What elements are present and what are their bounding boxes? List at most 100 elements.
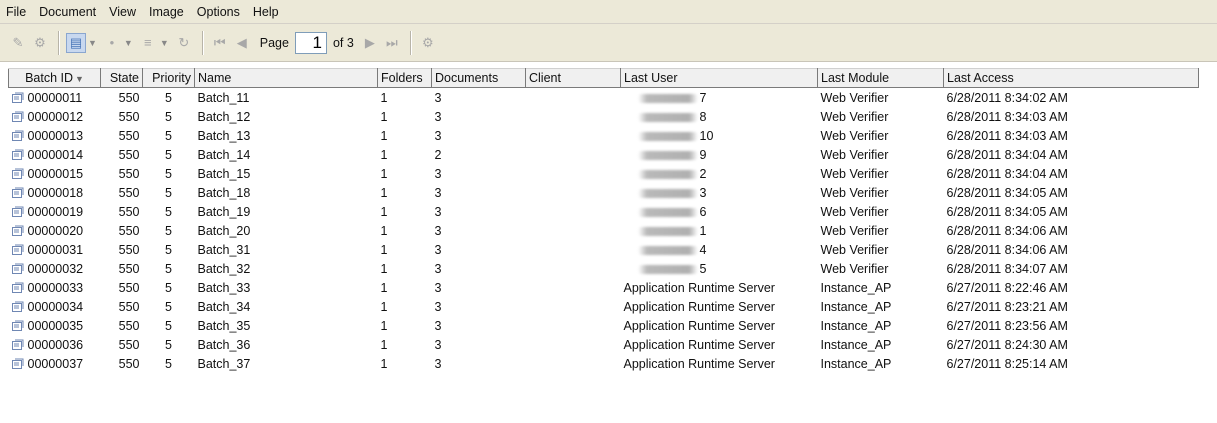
- state-cell: 550: [118, 318, 140, 333]
- column-header-last-user[interactable]: Last User: [620, 68, 818, 88]
- table-row[interactable]: 00000013 550 5 Batch_13 1 3 10 Web Verifier 6/28…: [9, 126, 1199, 145]
- menu-view[interactable]: View: [109, 5, 136, 19]
- last-module-cell: Web Verifier: [820, 128, 889, 143]
- redacted-user-name: [637, 264, 698, 274]
- state-cell: 550: [118, 242, 140, 257]
- column-header-batch-id[interactable]: Batch ID ▼: [8, 68, 101, 88]
- first-page-icon[interactable]: ⏮: [210, 33, 230, 53]
- redacted-user-name: [637, 226, 698, 236]
- state-cell: 550: [118, 166, 140, 181]
- state-cell: 550: [118, 147, 140, 162]
- batch-document-icon: [11, 148, 28, 162]
- table-row[interactable]: 00000018 550 5 Batch_18 1 3 3 Web Verifier 6/28/…: [9, 183, 1199, 202]
- client-cell: [526, 354, 621, 373]
- column-header-state[interactable]: State: [100, 68, 143, 88]
- documents-cell: 3: [434, 223, 442, 238]
- filter-icon[interactable]: ⚙: [30, 33, 50, 53]
- column-header-last-module[interactable]: Last Module: [817, 68, 944, 88]
- table-row[interactable]: 00000011 550 5 Batch_11 1 3 7 Web Verifier 6/28/…: [9, 88, 1199, 108]
- last-user-cell: 6: [699, 204, 707, 219]
- table-row[interactable]: 00000014 550 5 Batch_14 1 2 9 Web Verifier 6/28/…: [9, 145, 1199, 164]
- previous-page-icon[interactable]: ◀: [232, 33, 252, 53]
- stack-icon[interactable]: ≡: [138, 33, 158, 53]
- table-row[interactable]: 00000019 550 5 Batch_19 1 3 6 Web Verifier 6/28/…: [9, 202, 1199, 221]
- batch-id-cell: 00000019: [9, 202, 101, 221]
- last-access-cell: 6/28/2011 8:34:03 AM: [946, 128, 1068, 143]
- folders-cell: 1: [380, 147, 388, 162]
- menu-image[interactable]: Image: [149, 5, 184, 19]
- batch-document-icon: [11, 300, 28, 314]
- table-row[interactable]: 00000034 550 5 Batch_34 1 3 Application Runtim…: [9, 297, 1199, 316]
- view-dropdown-arrow-icon[interactable]: ▼: [88, 38, 97, 48]
- table-row[interactable]: 00000020 550 5 Batch_20 1 3 1 Web Verifier 6/28/…: [9, 221, 1199, 240]
- documents-cell: 3: [434, 185, 442, 200]
- next-page-icon[interactable]: ▶: [360, 33, 380, 53]
- state-cell: 550: [118, 185, 140, 200]
- view-toggle-icon[interactable]: ▤: [66, 32, 86, 53]
- last-module-cell: Instance_AP: [820, 356, 892, 371]
- documents-cell: 3: [434, 166, 442, 181]
- client-cell: [526, 335, 621, 354]
- stack-dropdown-arrow-icon[interactable]: ▼: [160, 38, 169, 48]
- name-cell: Batch_20: [197, 223, 251, 238]
- state-cell: 550: [118, 204, 140, 219]
- last-user-cell: 4: [699, 242, 707, 257]
- priority-cell: 5: [165, 90, 172, 105]
- page-number-input[interactable]: [294, 31, 327, 54]
- toolbar-separator: [201, 30, 204, 55]
- tools-icon[interactable]: ✎: [8, 33, 28, 53]
- priority-cell: 5: [165, 242, 172, 257]
- last-module-cell: Web Verifier: [820, 185, 889, 200]
- column-header-folders[interactable]: Folders: [377, 68, 432, 88]
- table-row[interactable]: 00000032 550 5 Batch_32 1 3 5 Web Verifier 6/28/…: [9, 259, 1199, 278]
- last-page-icon[interactable]: ⏭: [382, 33, 402, 53]
- column-header-name[interactable]: Name: [194, 68, 378, 88]
- table-row[interactable]: 00000033 550 5 Batch_33 1 3 Application Runtim…: [9, 278, 1199, 297]
- table-row[interactable]: 00000037 550 5 Batch_37 1 3 Application Runtim…: [9, 354, 1199, 373]
- state-cell: 550: [118, 337, 140, 352]
- documents-cell: 3: [434, 90, 442, 105]
- batch-id-cell: 00000012: [9, 107, 101, 126]
- batch-document-icon: [11, 186, 28, 200]
- last-user-cell: 5: [699, 261, 707, 276]
- last-module-cell: Web Verifier: [820, 204, 889, 219]
- table-row[interactable]: 00000012 550 5 Batch_12 1 3 8 Web Verifier 6/28/…: [9, 107, 1199, 126]
- refresh-icon[interactable]: ↻: [174, 33, 194, 53]
- batch-id-cell: 00000014: [9, 145, 101, 164]
- client-cell: [526, 126, 621, 145]
- folders-cell: 1: [380, 318, 388, 333]
- state-cell: 550: [118, 109, 140, 124]
- client-cell: [526, 145, 621, 164]
- name-cell: Batch_37: [197, 356, 251, 371]
- star-icon[interactable]: •: [102, 33, 122, 53]
- column-header-documents[interactable]: Documents: [431, 68, 526, 88]
- last-access-cell: 6/27/2011 8:25:14 AM: [946, 356, 1068, 371]
- menu-document[interactable]: Document: [39, 5, 96, 19]
- star-dropdown-arrow-icon[interactable]: ▼: [124, 38, 133, 48]
- table-row[interactable]: 00000035 550 5 Batch_35 1 3 Application Runtim…: [9, 316, 1199, 335]
- last-module-cell: Web Verifier: [820, 261, 889, 276]
- last-module-cell: Web Verifier: [820, 166, 889, 181]
- menu-file[interactable]: File: [6, 5, 26, 19]
- name-cell: Batch_13: [197, 128, 251, 143]
- column-header-last-access[interactable]: Last Access: [943, 68, 1199, 88]
- batch-id-cell: 00000015: [9, 164, 101, 183]
- column-header-priority[interactable]: Priority: [142, 68, 195, 88]
- last-user-cell: Application Runtime Server: [623, 356, 775, 371]
- name-cell: Batch_18: [197, 185, 251, 200]
- table-row[interactable]: 00000031 550 5 Batch_31 1 3 4 Web Verifier 6/28/…: [9, 240, 1199, 259]
- table-row[interactable]: 00000015 550 5 Batch_15 1 3 2 Web Verifier 6/28/…: [9, 164, 1199, 183]
- column-header-client[interactable]: Client: [525, 68, 621, 88]
- menu-help[interactable]: Help: [253, 5, 279, 19]
- batch-document-icon: [11, 110, 28, 124]
- table-row[interactable]: 00000036 550 5 Batch_36 1 3 Application Runtim…: [9, 335, 1199, 354]
- settings-icon[interactable]: ⚙: [418, 33, 438, 53]
- redacted-user-name: [637, 169, 698, 179]
- name-cell: Batch_15: [197, 166, 251, 181]
- last-user-column-cell: 10: [621, 126, 818, 145]
- client-cell: [526, 240, 621, 259]
- toolbar: ✎ ⚙ ▤ ▼ • ▼ ≡ ▼ ↻ ⏮ ◀ Page of 3 ▶ ⏭ ⚙: [0, 24, 1217, 62]
- state-cell: 550: [118, 90, 140, 105]
- menu-options[interactable]: Options: [197, 5, 240, 19]
- folders-cell: 1: [380, 90, 388, 105]
